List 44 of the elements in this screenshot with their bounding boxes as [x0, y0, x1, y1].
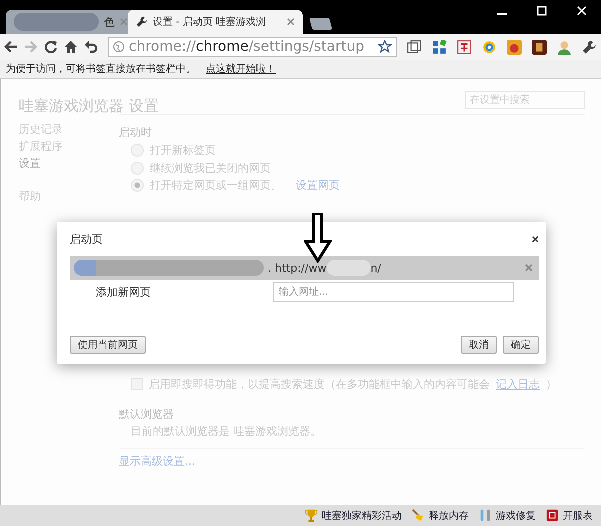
page-title: 哇塞游戏浏览器 设置 [19, 96, 159, 116]
url-input[interactable]: 输入网址... [273, 282, 514, 302]
browser-tab[interactable]: 设置 - 启动页 哇塞游戏浏 [128, 10, 303, 34]
wrench-icon[interactable] [582, 40, 597, 54]
address-bar[interactable]: chrome://chrome/settings/startup [108, 37, 397, 57]
windows-icon[interactable] [407, 40, 422, 54]
status-bar-item[interactable]: 游戏修复 [479, 508, 536, 522]
extension-icon[interactable] [457, 40, 472, 54]
radio-button[interactable] [131, 144, 144, 158]
broom-icon [412, 509, 425, 522]
game-icon[interactable] [532, 40, 547, 54]
status-bar-item[interactable]: 哇塞独家精彩活动 [305, 508, 402, 522]
maximize-icon[interactable] [537, 6, 547, 16]
page-url: . http://ww [268, 262, 327, 274]
home-icon[interactable] [64, 40, 78, 54]
add-page-label: 添加新网页 [95, 284, 152, 300]
close-icon[interactable] [532, 236, 539, 242]
bookmark-hint: 为便于访问，可将书签直接放在书签栏中。 [6, 62, 196, 76]
status-bar-item[interactable]: 开服表 [546, 508, 593, 522]
use-current-pages-button[interactable]: 使用当前网页 [70, 336, 146, 354]
dialog-title: 启动页 [70, 232, 103, 246]
grid-icon[interactable] [432, 40, 447, 54]
dialog-button[interactable]: 确定 [503, 336, 539, 354]
back-icon[interactable] [4, 40, 18, 54]
star-icon[interactable] [378, 40, 392, 54]
status-bar-item[interactable]: 释放内存 [412, 508, 469, 522]
tab-close-icon[interactable] [287, 18, 295, 26]
page-url: n/ [370, 262, 382, 274]
section-heading: 启动时 [119, 125, 153, 140]
checkbox[interactable] [131, 378, 143, 390]
dialog-button[interactable]: 取消 [461, 336, 497, 354]
globe-icon [113, 41, 125, 53]
radio-button[interactable] [131, 179, 144, 192]
trophy-icon [305, 509, 318, 522]
undo-icon[interactable] [84, 40, 98, 54]
new-tab-button[interactable] [309, 18, 333, 30]
user-icon[interactable] [557, 40, 572, 54]
radio-button[interactable] [131, 162, 144, 175]
startup-page-row[interactable]: . http://ww n/ [70, 256, 539, 280]
section-heading: 默认浏览器 [119, 407, 175, 422]
reload-icon[interactable] [44, 40, 58, 54]
bookmark-link[interactable]: 点这就开始啦！ [206, 62, 276, 76]
checkbox-label-end: ） [546, 376, 557, 392]
gear-icon[interactable] [482, 40, 497, 54]
